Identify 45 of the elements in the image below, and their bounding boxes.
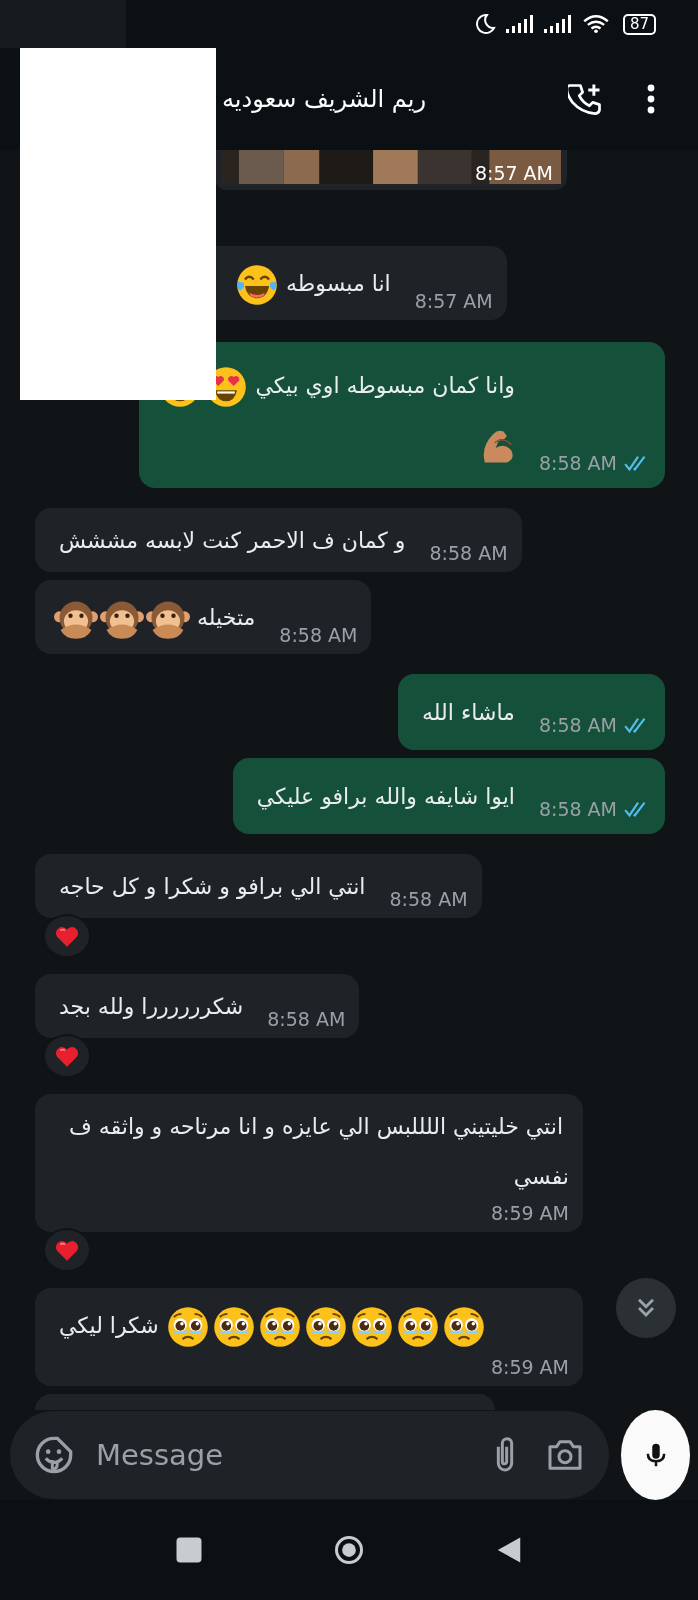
pleading-emoji-icon (211, 1305, 256, 1349)
message-text: شكررررررا ولله بجد (59, 994, 244, 1019)
heart-icon (54, 1044, 80, 1068)
message-time: 8:58 AM (279, 624, 358, 646)
message-time: 8:58 AM (538, 714, 617, 736)
phone-plus-icon (568, 81, 604, 117)
message-text: انتي خليتيني اللللبس الي عايزه و انا مرتاحه و واثقه ف نفسي (69, 1114, 569, 1189)
heart-icon (54, 1238, 80, 1262)
message-time: 8:58 AM (429, 542, 508, 564)
signal-icon (504, 14, 535, 34)
message-text: ماشاء الله (422, 700, 515, 725)
message-text: متخيله (197, 605, 256, 630)
message-time: 8:57 AM (474, 162, 553, 184)
pleading-emoji-icon (441, 1305, 486, 1349)
message-time: 8:58 AM (538, 452, 617, 474)
sticker-icon[interactable] (34, 1435, 74, 1475)
message-text: ايوا شايفه والله برافو عليكي (256, 784, 515, 809)
contact-name[interactable]: ريم الشريف سعوديه (222, 85, 426, 113)
message-time: 8:57 AM (414, 290, 493, 312)
message-time: 8:58 AM (389, 888, 468, 910)
message-time: 8:58 AM (267, 1008, 346, 1030)
add-call-button[interactable] (568, 81, 604, 117)
pleading-emoji-icon (303, 1305, 348, 1349)
message-composer-field[interactable]: Message (10, 1411, 609, 1499)
message-text: و كمان ف الاحمر كنت لابسه مششش (59, 528, 406, 553)
message-text: شكرا ليكي (59, 1313, 159, 1338)
message-time: 8:59 AM (490, 1202, 569, 1224)
message-time: 8:59 AM (490, 1356, 569, 1378)
menu-icon (646, 82, 656, 116)
message-time: 8:58 AM (538, 798, 617, 820)
recent-apps-button[interactable] (174, 1535, 204, 1565)
battery-indicator: 87 (622, 13, 656, 35)
menu-button[interactable] (646, 82, 656, 116)
laughing-emoji-icon (235, 263, 279, 307)
home-button[interactable] (334, 1535, 364, 1565)
signal-icon (542, 14, 573, 34)
pleading-emoji-icon (165, 1305, 210, 1349)
message-text: انا مبسوطه (286, 271, 391, 296)
message-text: انتي الي برافو و شكرا و كل حاجه (59, 874, 366, 899)
heart-icon (54, 924, 80, 948)
pleading-emoji-icon (395, 1305, 440, 1349)
pleading-emoji-icon (257, 1305, 302, 1349)
photo-message[interactable]: 8:57 AM (215, 150, 567, 190)
pleading-emoji-icon (349, 1305, 394, 1349)
message-text: وانا كمان مبسوطه اوي بيكي (255, 373, 515, 398)
